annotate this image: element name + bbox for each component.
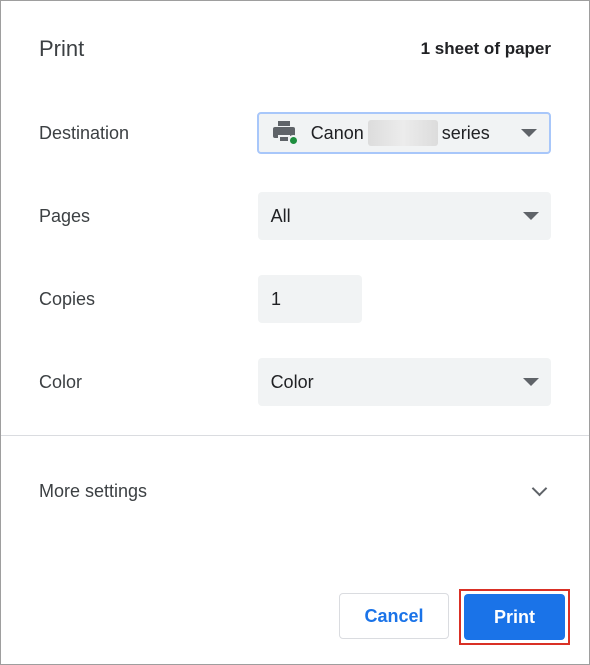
destination-label: Destination — [39, 122, 130, 143]
pages-label: Pages — [39, 205, 91, 226]
pages-row: Pages All — [39, 192, 551, 240]
copies-value: 1 — [271, 288, 282, 309]
redacted-model — [367, 120, 438, 146]
cancel-button[interactable]: Cancel — [339, 593, 449, 639]
sheet-count: 1 sheet of paper — [420, 39, 551, 58]
dialog-header: Print 1 sheet of paper — [39, 31, 551, 67]
dropdown-arrow-icon — [521, 129, 537, 137]
dialog-title: Print — [39, 36, 85, 61]
printer-name-suffix: series — [441, 122, 490, 143]
more-settings-toggle[interactable]: More settings — [39, 471, 551, 511]
pages-value: All — [270, 205, 291, 226]
color-row: Color Color — [39, 358, 551, 406]
print-button[interactable]: Print — [464, 594, 565, 640]
dropdown-arrow-icon — [523, 378, 539, 386]
section-divider — [1, 435, 589, 436]
destination-select[interactable]: Canon series — [256, 112, 551, 154]
pages-select[interactable]: All — [257, 192, 551, 240]
destination-row: Destination Canon series — [39, 109, 551, 157]
copies-input[interactable]: 1 — [258, 275, 362, 323]
color-value: Color — [270, 371, 314, 392]
color-select[interactable]: Color — [257, 358, 551, 406]
copies-row: Copies 1 — [39, 275, 551, 323]
printer-icon — [271, 121, 299, 146]
online-status-icon — [287, 135, 299, 146]
print-dialog: Print 1 sheet of paper Destination Canon… — [0, 0, 590, 665]
copies-label: Copies — [39, 288, 96, 309]
color-label: Color — [39, 371, 83, 392]
more-settings-label: More settings — [39, 480, 148, 501]
chevron-down-icon[interactable] — [531, 480, 548, 496]
printer-name-prefix: Canon — [310, 122, 364, 143]
dropdown-arrow-icon — [523, 212, 539, 220]
